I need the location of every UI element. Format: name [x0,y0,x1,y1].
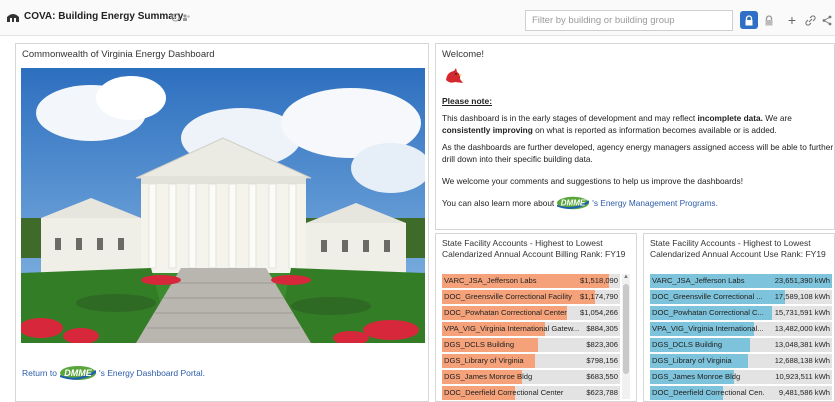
use-rank-title: State Facility Accounts - Highest to Low… [650,238,826,259]
users-icon[interactable] [182,13,191,22]
scroll-up-icon[interactable]: ▲ [623,274,629,280]
rank-row[interactable]: VARC_JSA_Jefferson Labs $1,518,090 [442,274,620,290]
row-name: DGS_Library of Virginia [652,356,732,365]
row-value: $1,054,266 [579,308,618,317]
row-name: VARC_JSA_Jefferson Labs [444,276,537,285]
rank-row[interactable]: VPA_VIG_Virginia International Gatew... $… [442,322,620,338]
row-value: 23,651,390 kWh [774,276,830,285]
row-value: 10,923,511 kWh [775,372,830,381]
row-value: $798,156 [586,356,618,365]
billing-rank-title: State Facility Accounts - Highest to Low… [442,238,626,259]
virginia-capitol-photo [21,68,425,343]
welcome-paragraph-4: You can also learn more about DMME 's En… [442,195,834,211]
row-value: $623,788 [586,388,618,397]
row-value: $884,305 [586,324,618,333]
billing-rank-panel: State Facility Accounts - Highest to Low… [435,233,637,402]
row-name: DGS_Library of Virginia [444,356,524,365]
dashboard-app-icon [7,14,19,22]
lock-icon [745,14,753,25]
row-name: DOC_Powhatan Correctional C... [652,308,764,317]
rank-row[interactable]: DOC_Deerfield Correctional Center $623,78… [442,386,620,402]
row-value: 12,688,138 kWh [774,356,830,365]
lock-button[interactable] [740,11,758,29]
row-name: DOC_Deerfield Correctional Center [444,388,564,397]
welcome-panel: Welcome! Please note: This dashboard is … [435,43,835,230]
rank-row[interactable]: VARC_JSA_Jefferson Labs 23,651,390 kWh [650,274,832,290]
dashboard-title: COVA: Building Energy Summary [24,11,184,22]
unlock-icon [765,14,773,25]
row-name: DGS_James Monroe Bldg [444,372,533,381]
row-name: DOC_Deerfield Correctional Cen... [652,388,764,397]
share-icon [822,15,832,25]
rank-row[interactable]: DOC_Greensville Correctional ... 17,589,1… [650,290,832,306]
row-value: $1,518,090 [579,276,618,285]
row-name: DGS_DCLS Building [652,340,723,349]
billing-rank-list: VARC_JSA_Jefferson Labs $1,518,090 DOC_Gre… [442,274,620,402]
add-button[interactable]: + [783,11,801,29]
scroll-thumb[interactable] [623,284,629,374]
row-name: VPA_VIG_Virginia International... [652,324,764,333]
row-name: VPA_VIG_Virginia International Gatew... [444,324,580,333]
row-value: 15,731,591 kWh [774,308,830,317]
welcome-paragraph-1: This dashboard is in the early stages of… [442,113,792,135]
row-name: DOC_Powhatan Correctional Center [444,308,567,317]
welcome-title: Welcome! [442,49,485,60]
rank-row[interactable]: DGS_DCLS Building 13,048,381 kWh [650,338,832,354]
note-heading: Please note: [442,96,493,106]
rank-row[interactable]: DGS_James Monroe Bldg $683,550 [442,370,620,386]
svg-text:DMME: DMME [64,368,92,378]
welcome-paragraph-3: We welcome your comments and suggestions… [442,176,743,186]
return-link[interactable]: 's Energy Dashboard Portal. [99,368,205,378]
overview-panel: Commonwealth of Virginia Energy Dashboar… [15,43,429,402]
row-value: 9,481,586 kWh [778,388,830,397]
edit-lock-button[interactable] [760,11,778,29]
row-name: DGS_DCLS Building [444,340,515,349]
rank-row[interactable]: DGS_Library of Virginia $798,156 [442,354,620,370]
row-value: 13,048,381 kWh [774,340,830,349]
rank-row[interactable]: DGS_Library of Virginia 12,688,138 kWh [650,354,832,370]
rank-row[interactable]: DOC_Powhatan Correctional Center $1,054,2… [442,306,620,322]
link-icon [804,14,816,26]
share-settings-icon[interactable] [171,13,180,22]
row-value: 13,482,000 kWh [774,324,830,333]
dmme-logo: DMME [557,196,590,210]
cardinal-bird-icon [446,68,463,83]
row-value: $823,306 [586,340,618,349]
rank-row[interactable]: DOC_Deerfield Correctional Cen... 9,481,5… [650,386,832,401]
welcome-paragraph-2: As the dashboards are further developed,… [442,142,834,164]
building-filter-input[interactable] [525,10,733,31]
use-rank-list: VARC_JSA_Jefferson Labs 23,651,390 kWh DOC… [650,274,832,401]
dmme-logo: DMME [59,366,96,380]
row-value: $683,550 [586,372,618,381]
billing-rank-scrollbar[interactable]: ▲ [622,274,630,399]
energy-programs-link[interactable]: 's Energy Management Programs. [592,197,718,209]
panel-title: Commonwealth of Virginia Energy Dashboar… [22,49,215,60]
row-name: DGS_James Monroe Bldg [652,372,741,381]
return-prefix: Return to [22,368,57,378]
row-name: VARC_JSA_Jefferson Labs [652,276,745,285]
rank-row[interactable]: DGS_DCLS Building $823,306 [442,338,620,354]
row-value: $1,174,790 [579,292,618,301]
rank-row[interactable]: DOC_Powhatan Correctional C... 15,731,591… [650,306,832,322]
rank-row[interactable]: VPA_VIG_Virginia International... 13,482,… [650,322,832,338]
link-button[interactable] [801,11,819,29]
rank-row[interactable]: DOC_Greensville Correctional Facility $1,… [442,290,620,306]
plus-icon: + [787,12,797,28]
share-button[interactable] [818,11,835,29]
row-name: DOC_Greensville Correctional ... [652,292,763,301]
row-name: DOC_Greensville Correctional Facility [444,292,572,301]
use-rank-panel: State Facility Accounts - Highest to Low… [643,233,835,402]
rank-row[interactable]: DGS_James Monroe Bldg 10,923,511 kWh [650,370,832,386]
top-bar: COVA: Building Energy Summary + [0,0,835,36]
return-to-portal[interactable]: Return to DMME 's Energy Dashboard Porta… [22,364,205,382]
row-value: 17,589,108 kWh [774,292,830,301]
svg-text:DMME: DMME [561,199,586,208]
